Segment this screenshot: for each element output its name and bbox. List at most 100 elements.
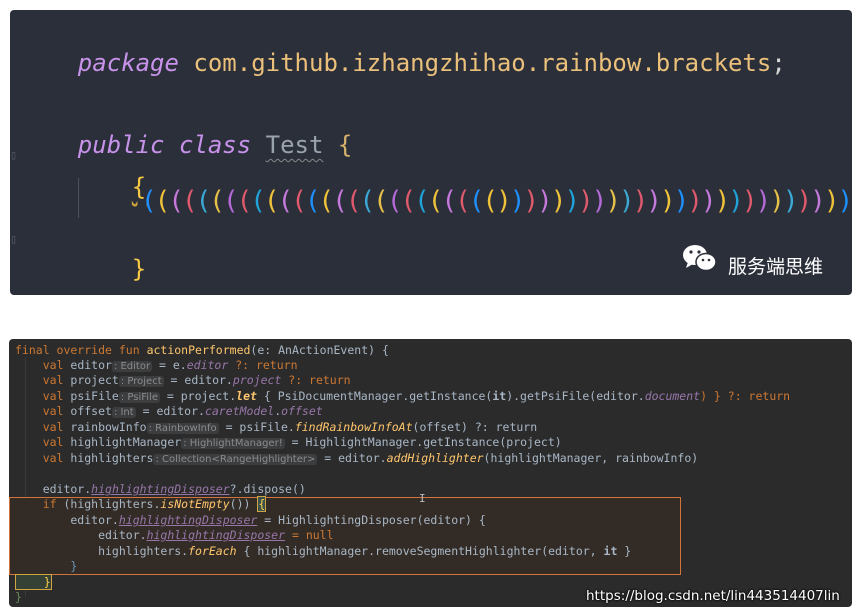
close-paren: ): [837, 186, 852, 216]
close-paren: ): [578, 186, 594, 216]
open-paren: (: [277, 186, 294, 216]
block-close-brace: }: [131, 255, 147, 283]
expr: (highlightManager, rainbowInfo): [483, 451, 699, 465]
package-name: com.github.izhangzhihao.rainbow.brackets: [193, 49, 772, 77]
class-declaration-line: public class Test {: [20, 100, 353, 190]
open-paren: (: [468, 186, 485, 216]
close-paren: ): [782, 186, 799, 216]
val-keyword: val: [15, 404, 71, 418]
close-paren: ): [591, 186, 608, 216]
code-line-10: if (highlighters.isNotEmpty()) {: [15, 496, 267, 512]
blog-url-watermark: https://blog.csdn.net/lin443514407lin: [586, 588, 840, 604]
open-paren: (: [359, 186, 376, 216]
close-brace: }: [15, 559, 78, 573]
var-name: editor: [70, 358, 112, 372]
expr: { PsiDocumentManager.getInstance(: [256, 389, 493, 403]
close-paren: ): [673, 186, 690, 216]
expr: ).getPsiFile(editor.: [506, 389, 645, 403]
code-line-16: }: [15, 590, 22, 605]
val-keyword: val: [15, 373, 71, 387]
close-paren: ): [700, 186, 717, 216]
close-paren: ): [632, 186, 649, 216]
property: highlightingDisposer: [118, 513, 258, 527]
rainbow-brackets-editor-panel: package com.github.izhangzhihao.rainbow.…: [10, 10, 852, 295]
open-paren: (: [291, 186, 307, 216]
close-paren: ): [823, 186, 840, 216]
fold-marker-icon[interactable]: ▯: [10, 148, 17, 162]
function-name: actionPerformed: [146, 343, 251, 357]
code-line-3: val project: Project = editor.project ?:…: [15, 373, 351, 388]
expr: = e.: [152, 358, 187, 372]
close-paren: ): [728, 186, 744, 216]
var-name: highlighters: [70, 451, 154, 465]
open-paren: (: [263, 186, 280, 216]
code-line-1: final override fun actionPerformed(e: An…: [15, 343, 389, 358]
open-paren: (: [195, 186, 212, 216]
class-close-line: }: [20, 264, 92, 295]
rainbow-parentheses: (((((((((((((((((((((((((())))))))))))))…: [141, 186, 852, 226]
property: caretModel: [204, 404, 275, 418]
block-open-line: {: [74, 142, 146, 232]
close-paren: ): [646, 186, 662, 216]
close-paren: ): [496, 186, 512, 216]
expr: ?.dispose(): [229, 482, 306, 496]
open-paren: (: [455, 186, 471, 216]
code-line-6: val rainbowInfo: RainbowInfo = psiFile.f…: [15, 420, 537, 435]
function-close-brace: }: [15, 590, 22, 604]
close-paren: ): [741, 186, 758, 216]
open-paren: (: [154, 186, 171, 216]
type-hint: : PsiFile: [118, 392, 160, 403]
expr: ()): [229, 497, 258, 511]
expr: highlighters.: [15, 544, 189, 558]
close-paren: ): [509, 186, 526, 216]
close-paren: ): [564, 186, 580, 216]
property: highlightingDisposer: [91, 482, 230, 496]
var-name: project: [70, 373, 119, 387]
open-paren: (: [181, 186, 198, 216]
expr: = project.: [159, 389, 237, 403]
close-paren: ): [523, 186, 539, 216]
extension-call: addHighlighter: [386, 451, 484, 465]
code-line-4: val psiFile: PsiFile = project.let { Psi…: [15, 389, 790, 404]
code-line-13: highlighters.forEach { highlightManager.…: [15, 544, 631, 559]
expr: = HighlightingDisposer(editor) {: [257, 513, 486, 527]
expr: { highlightManager.removeSegmentHighligh…: [236, 544, 604, 558]
code-line-15: }: [15, 574, 52, 590]
open-paren: (: [236, 186, 253, 216]
fold-marker-icon[interactable]: ▯: [10, 232, 17, 246]
expr: (highlighters.: [63, 497, 161, 511]
val-keyword: val: [15, 358, 71, 372]
property: offset: [281, 404, 323, 418]
expr: editor.: [15, 482, 92, 496]
code-line-14: }: [15, 559, 77, 574]
expr: = psiFile.: [218, 420, 295, 434]
it-ref: it: [492, 389, 507, 403]
elvis: ?: return: [281, 373, 351, 387]
it-ref: it: [603, 544, 618, 558]
kotlin-code-panel: final override fun actionPerformed(e: An…: [9, 339, 852, 607]
close-paren: ): [810, 186, 826, 216]
type-hint: : RainbowInfo: [146, 423, 219, 434]
class-name: Test: [265, 131, 324, 159]
type-hint: : Project: [118, 376, 164, 387]
val-keyword: val: [15, 435, 71, 449]
var-name: psiFile: [70, 389, 119, 403]
expr: = HighlightManager.getInstance(project): [284, 435, 562, 449]
open-paren: (: [318, 186, 335, 216]
expr: = editor.: [317, 451, 387, 465]
matched-brace: {: [257, 496, 267, 512]
elvis: ) } ?: return: [700, 389, 791, 403]
text-cursor-icon: I: [419, 492, 426, 505]
close-paren: ): [550, 186, 567, 216]
let-call: let: [236, 389, 257, 403]
package-keyword: package: [77, 49, 179, 77]
close-paren: ): [769, 186, 785, 216]
property: document: [644, 389, 701, 403]
type-hint: : Editor: [111, 361, 153, 372]
expr: editor.: [15, 528, 147, 542]
code-line-12: editor.highlightingDisposer = null: [15, 528, 334, 543]
null-literal: = null: [285, 528, 334, 542]
property: project: [232, 373, 282, 387]
expr: }: [617, 544, 632, 558]
open-paren: (: [441, 186, 457, 216]
